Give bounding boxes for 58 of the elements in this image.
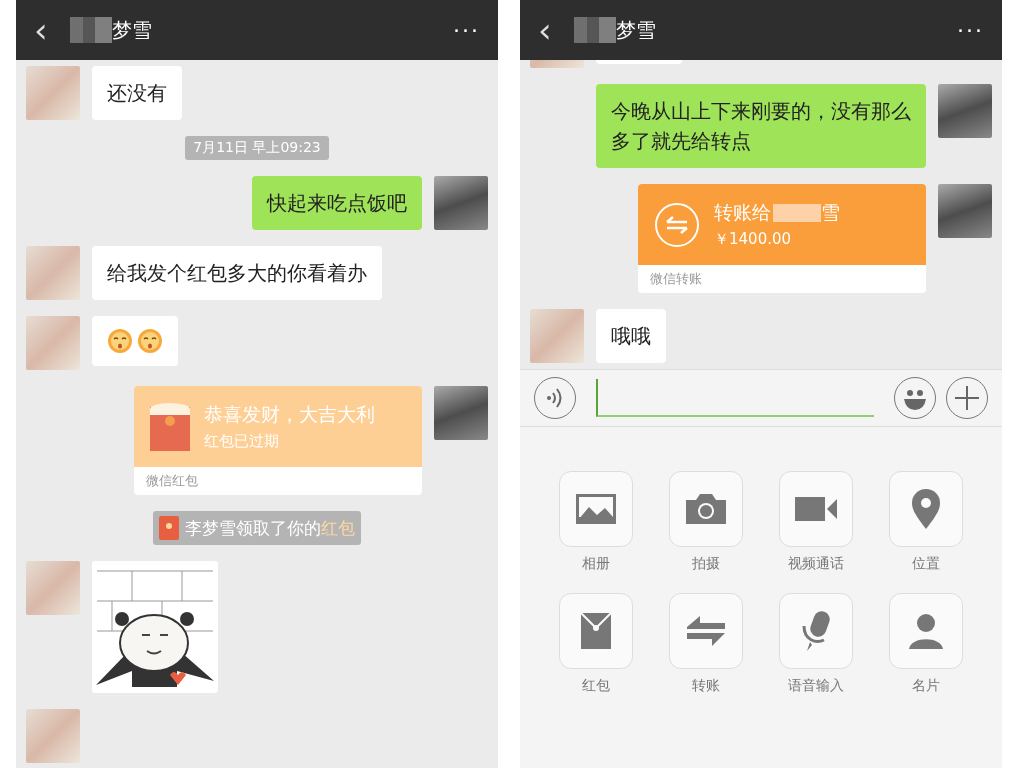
more-button[interactable]: ···: [453, 17, 480, 43]
action-button[interactable]: [779, 593, 853, 669]
action-button[interactable]: [669, 471, 743, 547]
envelope-icon: [580, 612, 612, 650]
envelope-icon: [159, 516, 179, 540]
chat-title: 梦雪: [111, 16, 153, 44]
message-bubble: 还没有: [92, 66, 182, 120]
microphone-icon: [800, 610, 832, 652]
blurred-name: [573, 17, 616, 43]
timestamp: 7月11日 早上09:23: [185, 136, 329, 160]
card-title: 恭喜发财，大吉大利: [204, 402, 375, 427]
action-button[interactable]: [889, 593, 963, 669]
notice-text: 李梦雪领取了你的红包: [185, 516, 355, 540]
action-label: 位置: [912, 555, 940, 573]
envelope-icon: [150, 402, 190, 451]
person-icon: [908, 612, 944, 650]
map-pin-icon: [911, 488, 941, 530]
message-bubble: 快起来吃点饭吧: [252, 176, 422, 230]
action-label: 语音输入: [788, 677, 844, 695]
action-label: 视频通话: [788, 555, 844, 573]
message-bubble: 今晚从山上下来刚要的，没有那么多了就先给转点: [596, 84, 926, 168]
blurred-name: [69, 17, 112, 43]
avatar-photo[interactable]: [434, 386, 488, 440]
back-button[interactable]: ‹: [538, 13, 552, 47]
action-label: 红包: [582, 677, 610, 695]
card-footer: 微信转账: [638, 265, 926, 293]
action-label: 转账: [692, 677, 720, 695]
card-status: 红包已过期: [204, 432, 280, 451]
action-button[interactable]: [559, 471, 633, 547]
action-button[interactable]: [779, 471, 853, 547]
card-footer: 微信红包: [134, 467, 422, 495]
plus-icon: [955, 386, 979, 410]
chat-title: 梦雪: [615, 16, 657, 44]
message-input-field[interactable]: [596, 379, 874, 417]
card-title: 转账给: [714, 200, 771, 225]
video-camera-icon: [794, 496, 838, 522]
blurred-name: [773, 204, 821, 222]
camera-icon: [685, 493, 727, 525]
arrows-icon: [686, 615, 726, 647]
message-bubble: 哦哦: [596, 309, 666, 363]
avatar-photo[interactable]: [938, 84, 992, 138]
picture-icon: [575, 493, 617, 525]
card-title-end: 雪: [821, 200, 840, 225]
avatar-photo[interactable]: [434, 176, 488, 230]
action-label: 名片: [912, 677, 940, 695]
action-button[interactable]: [889, 471, 963, 547]
action-label: 相册: [582, 555, 610, 573]
action-label: 拍摄: [692, 555, 720, 573]
emoji-icon: [137, 328, 163, 354]
transfer-arrows-icon: [654, 201, 700, 248]
back-button[interactable]: ‹: [34, 13, 48, 47]
avatar-photo[interactable]: [938, 184, 992, 238]
more-button[interactable]: ···: [957, 17, 984, 43]
action-button[interactable]: [559, 593, 633, 669]
message-bubble: 给我发个红包多大的你看着办: [92, 246, 382, 300]
action-button[interactable]: [669, 593, 743, 669]
transfer-amount: ￥1400.00: [714, 230, 793, 249]
emoji-icon: [107, 328, 133, 354]
